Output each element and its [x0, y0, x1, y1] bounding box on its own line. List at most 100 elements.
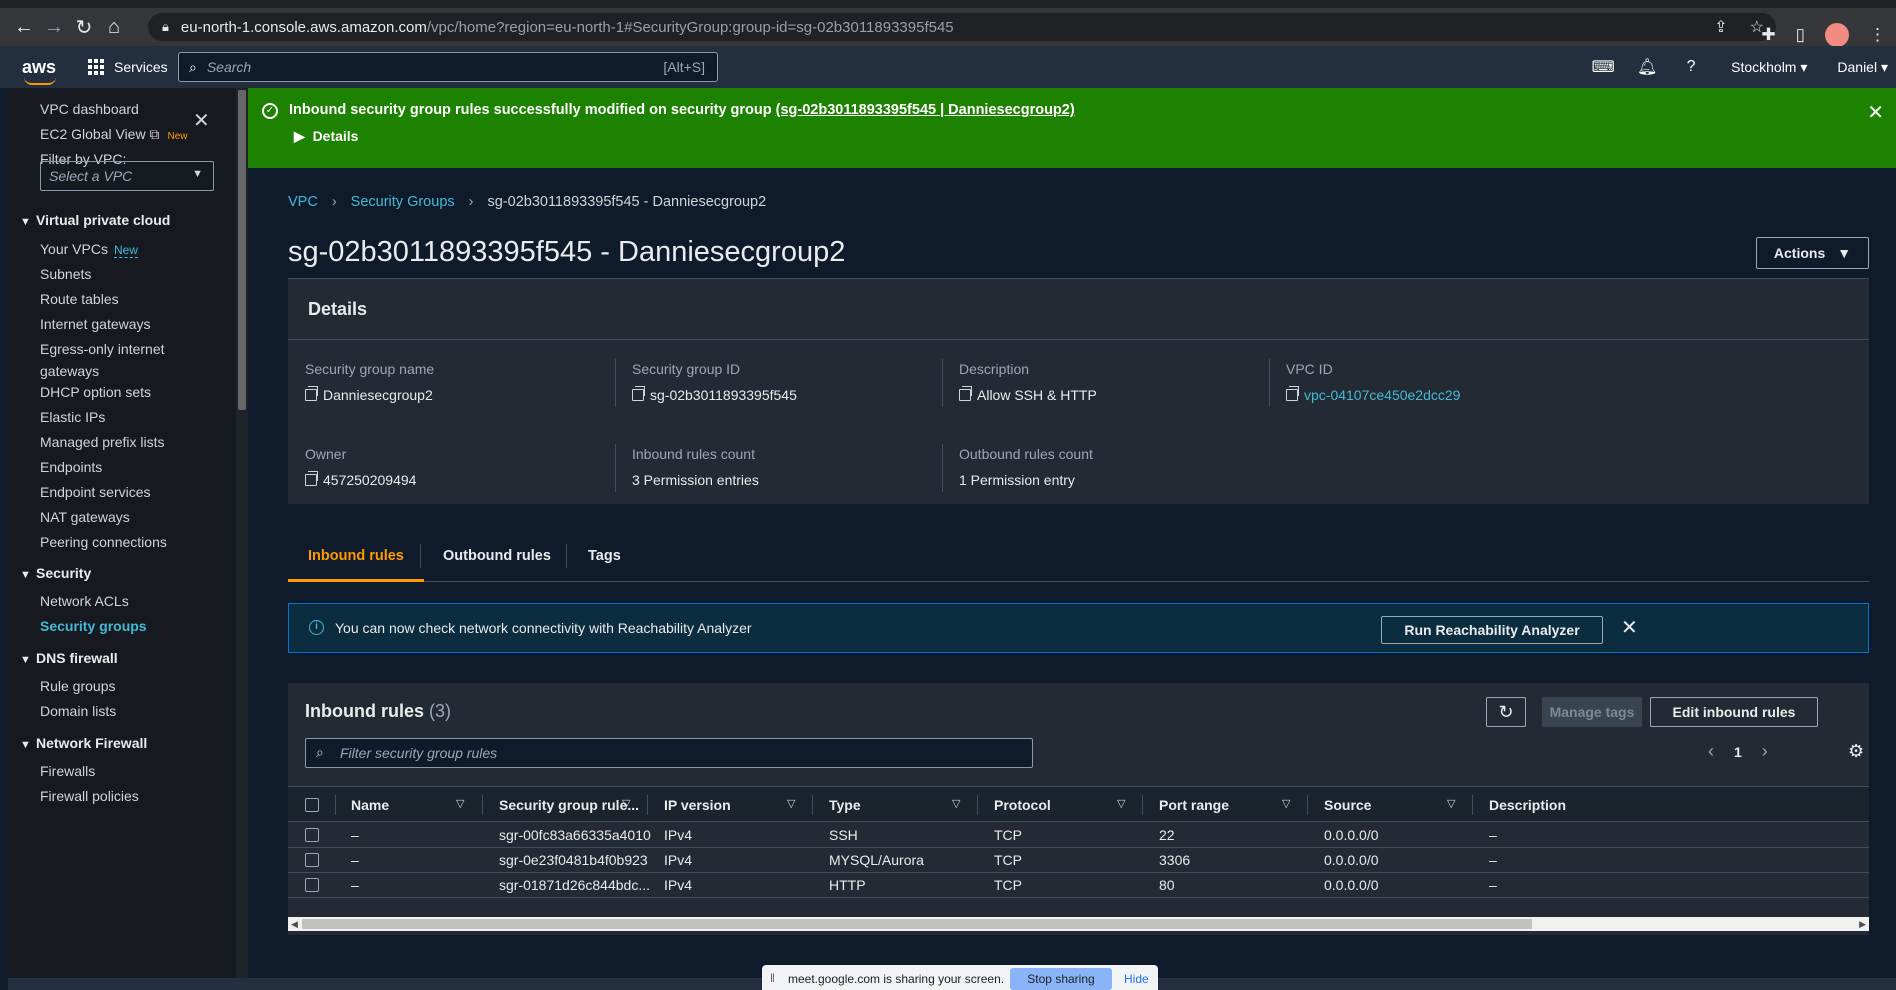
tab-tags[interactable]: Tags: [568, 530, 641, 582]
sidebar-item-managed-prefix-lists[interactable]: Managed prefix lists: [40, 431, 165, 453]
scroll-right-icon[interactable]: ▶: [1859, 917, 1866, 931]
cell-name: –: [351, 827, 359, 843]
select-all-checkbox[interactable]: [305, 798, 319, 812]
sidebar-item-egress-only-internet-gateways[interactable]: Egress-only internet gateways: [40, 338, 165, 382]
section-security[interactable]: ▼ Security: [20, 565, 91, 581]
sidebar-item-vpc-dashboard[interactable]: VPC dashboard: [40, 98, 139, 120]
sidebar-item-network-acls[interactable]: Network ACLs: [40, 590, 129, 612]
sidebar-item-firewall-policies[interactable]: Firewall policies: [40, 785, 139, 807]
page-number[interactable]: 1: [1734, 744, 1742, 760]
address-bar[interactable]: 🔒︎ eu-north-1.console.aws.amazon.com/vpc…: [148, 13, 1776, 41]
sort-down-icon[interactable]: ▽: [1447, 797, 1455, 810]
sidebar-item-firewalls[interactable]: Firewalls: [40, 760, 95, 782]
copy-icon[interactable]: [305, 386, 318, 401]
gear-icon[interactable]: ⚙: [1848, 741, 1864, 762]
copy-icon[interactable]: [1286, 386, 1299, 401]
home-icon[interactable]: ⌂: [100, 13, 128, 41]
close-icon[interactable]: ✕: [193, 108, 210, 133]
copy-icon[interactable]: [305, 471, 318, 486]
reload-icon[interactable]: ↻: [70, 13, 98, 41]
user-menu[interactable]: Daniel ▾: [1837, 59, 1888, 76]
sort-down-icon[interactable]: ▽: [456, 797, 464, 810]
sidebar-item-your-vpcs[interactable]: Your VPCs New: [40, 238, 138, 261]
cloudshell-icon[interactable]: ⌨: [1581, 57, 1625, 77]
sidebar-scrollbar[interactable]: [236, 88, 248, 978]
edit-inbound-rules-button[interactable]: Edit inbound rules: [1650, 697, 1818, 727]
sidebar-item-internet-gateways[interactable]: Internet gateways: [40, 313, 151, 335]
close-icon[interactable]: ✕: [1867, 100, 1884, 125]
sidebar-item-dhcp-option-sets[interactable]: DHCP option sets: [40, 381, 151, 403]
sidebar-item-endpoints[interactable]: Endpoints: [40, 456, 102, 478]
sidebar-item-subnets[interactable]: Subnets: [40, 263, 91, 285]
sidebar-item-security-groups[interactable]: Security groups: [40, 615, 147, 637]
table-row[interactable]: – sgr-0e23f0481b4f0b923 IPv4 MYSQL/Auror…: [288, 848, 1869, 873]
sidebar-item-route-tables[interactable]: Route tables: [40, 288, 119, 310]
flash-details-toggle[interactable]: ▶ Details: [294, 128, 358, 145]
extensions-icon[interactable]: ✚: [1761, 25, 1775, 45]
copy-icon[interactable]: [959, 386, 972, 401]
sidebar-item-domain-lists[interactable]: Domain lists: [40, 700, 116, 722]
table-row[interactable]: – sgr-01871d26c844bdc... IPv4 HTTP TCP 8…: [288, 873, 1869, 898]
row-checkbox[interactable]: [305, 828, 319, 842]
close-icon[interactable]: ✕: [1621, 615, 1638, 640]
sidebar-item-peering-connections[interactable]: Peering connections: [40, 531, 167, 553]
copy-icon[interactable]: [632, 386, 645, 401]
hide-button[interactable]: Hide: [1124, 972, 1149, 986]
row-checkbox[interactable]: [305, 853, 319, 867]
col-ip-version[interactable]: IP version: [664, 797, 731, 813]
section-network-firewall[interactable]: ▼ Network Firewall: [20, 735, 147, 751]
col-protocol[interactable]: Protocol: [994, 797, 1051, 813]
actions-button[interactable]: Actions ▼: [1756, 237, 1869, 269]
breadcrumb-security-groups[interactable]: Security Groups: [351, 194, 455, 210]
notifications-bell-icon[interactable]: 🔔︎: [1625, 57, 1669, 77]
breadcrumb-vpc[interactable]: VPC: [288, 194, 318, 210]
filter-rules-input[interactable]: ⌕ Filter security group rules: [305, 738, 1033, 768]
scroll-left-icon[interactable]: ◀: [291, 917, 298, 931]
browser-menu-icon[interactable]: ⋮: [1869, 25, 1886, 45]
tab-inbound-rules[interactable]: Inbound rules: [288, 530, 424, 582]
sidebar-item-endpoint-services[interactable]: Endpoint services: [40, 481, 151, 503]
chevron-left-icon[interactable]: ‹: [1708, 741, 1714, 762]
sort-down-icon[interactable]: ▽: [952, 797, 960, 810]
tab-outbound-rules[interactable]: Outbound rules: [423, 530, 571, 582]
vpc-id-link[interactable]: vpc-04107ce450e2dcc29: [1304, 387, 1460, 403]
profile-avatar[interactable]: [1825, 23, 1849, 47]
sort-down-icon[interactable]: ▽: [1117, 797, 1125, 810]
col-description[interactable]: Description: [1489, 797, 1566, 813]
sidebar-item-elastic-ips[interactable]: Elastic IPs: [40, 406, 105, 428]
manage-tags-button[interactable]: Manage tags: [1542, 697, 1642, 727]
sidebar-item-rule-groups[interactable]: Rule groups: [40, 675, 116, 697]
side-panel-icon[interactable]: ▯: [1796, 25, 1805, 45]
table-horizontal-scrollbar[interactable]: ◀ ▶: [288, 917, 1869, 931]
col-rule-id[interactable]: Security group rule...: [499, 797, 639, 813]
col-type[interactable]: Type: [829, 797, 861, 813]
sidebar-item-nat-gateways[interactable]: NAT gateways: [40, 506, 130, 528]
section-dns-firewall[interactable]: ▼ DNS firewall: [20, 650, 118, 666]
aws-logo[interactable]: aws: [22, 57, 62, 85]
forward-icon[interactable]: →: [40, 13, 68, 41]
flash-sg-link[interactable]: (sg-02b3011893395f545 | Danniesecgroup2): [776, 102, 1075, 118]
chevron-right-icon[interactable]: ›: [1762, 741, 1768, 762]
refresh-button[interactable]: ↻: [1486, 697, 1526, 727]
region-selector[interactable]: Stockholm ▾: [1731, 59, 1807, 76]
section-virtual-private-cloud[interactable]: ▼ Virtual private cloud: [20, 212, 170, 228]
table-row[interactable]: – sgr-00fc83a66335a4010 IPv4 SSH TCP 22 …: [288, 823, 1869, 848]
back-icon[interactable]: ←: [10, 13, 38, 41]
stop-sharing-button[interactable]: Stop sharing: [1010, 968, 1112, 990]
run-reachability-analyzer-button[interactable]: Run Reachability Analyzer: [1381, 616, 1603, 644]
row-checkbox[interactable]: [305, 878, 319, 892]
help-icon[interactable]: ?: [1669, 58, 1713, 76]
aws-search-input[interactable]: ⌕ Search [Alt+S]: [178, 52, 718, 82]
vpc-filter-select[interactable]: Select a VPC ▼: [40, 161, 214, 191]
services-menu[interactable]: Services: [88, 59, 168, 75]
share-icon[interactable]: ⇪: [1714, 17, 1727, 37]
col-port-range[interactable]: Port range: [1159, 797, 1229, 813]
sort-down-icon[interactable]: ▽: [622, 797, 630, 810]
sidebar-item-ec2-global-view[interactable]: EC2 Global View ⧉ New: [40, 123, 187, 148]
col-source[interactable]: Source: [1324, 797, 1371, 813]
sort-down-icon[interactable]: ▽: [787, 797, 795, 810]
sort-down-icon[interactable]: ▽: [1282, 797, 1290, 810]
col-name[interactable]: Name: [351, 797, 389, 813]
drag-handle-icon[interactable]: ‖: [770, 971, 775, 985]
cell-rule-id: sgr-00fc83a66335a4010: [499, 827, 651, 843]
